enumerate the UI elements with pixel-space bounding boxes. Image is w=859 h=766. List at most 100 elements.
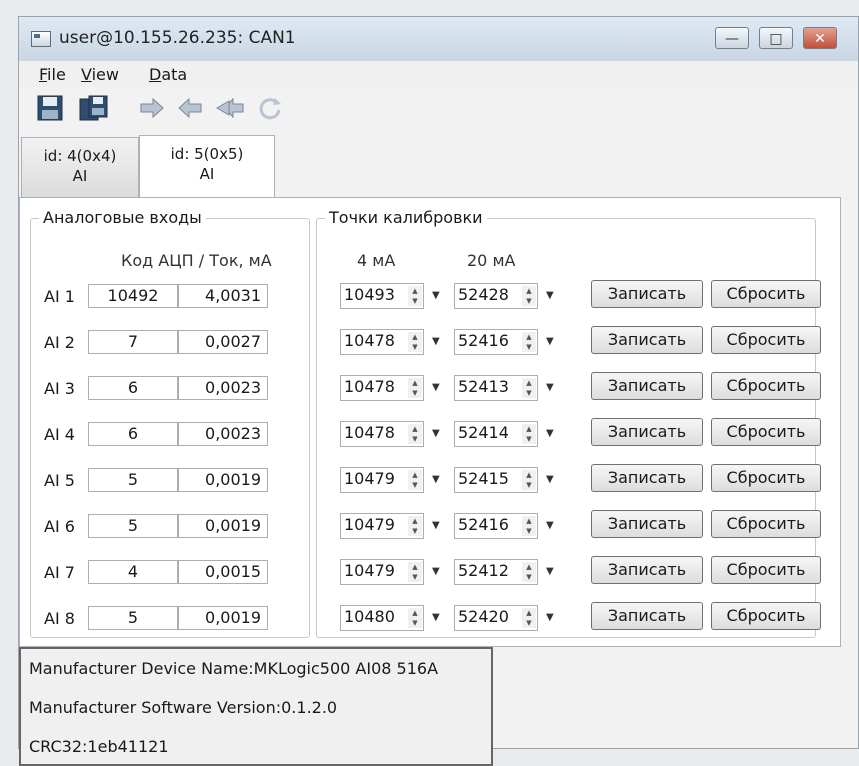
tab-id-4[interactable]: id: 4(0x4) AI [21, 137, 139, 197]
ai-label: AI 8 [44, 609, 75, 628]
reset-button[interactable]: Сбросить [711, 326, 821, 354]
spin-arrows-icon[interactable]: ▲ ▼ [522, 332, 536, 352]
current-ma-field: 0,0023 [178, 376, 268, 400]
chevron-down-icon[interactable]: ▼ [546, 566, 554, 577]
maximize-button[interactable]: □ [759, 27, 793, 49]
save-all-icon[interactable] [79, 93, 109, 123]
chevron-down-icon[interactable]: ▼ [546, 428, 554, 439]
calib-20ma-value: 52416 [458, 331, 509, 350]
current-ma-field: 0,0023 [178, 422, 268, 446]
calib-4ma-value: 10479 [344, 561, 395, 580]
calib-20ma-value: 52414 [458, 423, 509, 442]
chevron-down-icon[interactable]: ▼ [546, 612, 554, 623]
current-ma-field: 0,0027 [178, 330, 268, 354]
window-title: user@10.155.26.235: CAN1 [59, 28, 296, 48]
spin-arrows-icon[interactable]: ▲ ▼ [522, 608, 536, 628]
arrow-left-double-icon[interactable] [215, 93, 245, 123]
calib-4ma-value: 10479 [344, 469, 395, 488]
write-button[interactable]: Записать [591, 464, 703, 492]
title-bar[interactable]: user@10.155.26.235: CAN1 — □ ✕ [19, 17, 858, 62]
analog-inputs-title: Аналоговые входы [39, 208, 206, 227]
calib-20ma-spinbox[interactable]: 52416 ▲ ▼ [454, 513, 538, 539]
chevron-down-icon[interactable]: ▼ [432, 382, 440, 393]
calib-4ma-spinbox[interactable]: 10480 ▲ ▼ [340, 605, 424, 631]
calib-20ma-spinbox[interactable]: 52416 ▲ ▼ [454, 329, 538, 355]
write-button[interactable]: Записать [591, 326, 703, 354]
spin-arrows-icon[interactable]: ▲ ▼ [522, 286, 536, 306]
chevron-down-icon[interactable]: ▼ [546, 520, 554, 531]
reset-button[interactable]: Сбросить [711, 464, 821, 492]
calib-4ma-value: 10478 [344, 377, 395, 396]
reset-button[interactable]: Сбросить [711, 372, 821, 400]
reset-button[interactable]: Сбросить [711, 556, 821, 584]
calib-20ma-spinbox[interactable]: 52415 ▲ ▼ [454, 467, 538, 493]
calib-4ma-spinbox[interactable]: 10493 ▲ ▼ [340, 283, 424, 309]
adc-code-field: 6 [88, 422, 178, 446]
calib-20ma-spinbox[interactable]: 52414 ▲ ▼ [454, 421, 538, 447]
write-button[interactable]: Записать [591, 602, 703, 630]
write-button[interactable]: Записать [591, 510, 703, 538]
current-ma-field: 0,0015 [178, 560, 268, 584]
write-button[interactable]: Записать [591, 418, 703, 446]
chevron-down-icon[interactable]: ▼ [432, 474, 440, 485]
calib-20ma-spinbox[interactable]: 52412 ▲ ▼ [454, 559, 538, 585]
calib-20ma-spinbox[interactable]: 52413 ▲ ▼ [454, 375, 538, 401]
calib-20ma-spinbox[interactable]: 52420 ▲ ▼ [454, 605, 538, 631]
menu-data[interactable]: Data [149, 65, 187, 84]
chevron-down-icon[interactable]: ▼ [546, 382, 554, 393]
spin-arrows-icon[interactable]: ▲ ▼ [408, 332, 422, 352]
adc-current-header: Код АЦП / Ток, мА [121, 251, 272, 270]
spin-arrows-icon[interactable]: ▲ ▼ [408, 608, 422, 628]
spin-arrows-icon[interactable]: ▲ ▼ [522, 470, 536, 490]
chevron-down-icon[interactable]: ▼ [432, 428, 440, 439]
minimize-button[interactable]: — [715, 27, 749, 49]
chevron-down-icon[interactable]: ▼ [432, 566, 440, 577]
spin-arrows-icon[interactable]: ▲ ▼ [408, 424, 422, 444]
spin-arrows-icon[interactable]: ▲ ▼ [522, 516, 536, 536]
adc-code-field: 5 [88, 514, 178, 538]
chevron-down-icon[interactable]: ▼ [546, 474, 554, 485]
chevron-down-icon[interactable]: ▼ [432, 520, 440, 531]
calib-4ma-spinbox[interactable]: 10478 ▲ ▼ [340, 375, 424, 401]
chevron-down-icon[interactable]: ▼ [546, 336, 554, 347]
menu-file[interactable]: File [39, 65, 66, 84]
calib-4ma-spinbox[interactable]: 10479 ▲ ▼ [340, 513, 424, 539]
spin-arrows-icon[interactable]: ▲ ▼ [408, 562, 422, 582]
save-icon[interactable] [35, 93, 65, 123]
spin-arrows-icon[interactable]: ▲ ▼ [408, 516, 422, 536]
calib-20ma-spinbox[interactable]: 52428 ▲ ▼ [454, 283, 538, 309]
calib-4ma-spinbox[interactable]: 10478 ▲ ▼ [340, 421, 424, 447]
menu-view[interactable]: View [81, 65, 119, 84]
calib-20ma-value: 52420 [458, 607, 509, 626]
tab-id-5[interactable]: id: 5(0x5) AI [139, 135, 275, 197]
calib-4ma-value: 10493 [344, 285, 395, 304]
chevron-down-icon[interactable]: ▼ [432, 336, 440, 347]
calib-4ma-spinbox[interactable]: 10479 ▲ ▼ [340, 467, 424, 493]
chevron-down-icon[interactable]: ▼ [432, 612, 440, 623]
arrow-left-icon[interactable] [175, 93, 205, 123]
write-button[interactable]: Записать [591, 372, 703, 400]
reset-button[interactable]: Сбросить [711, 602, 821, 630]
write-button[interactable]: Записать [591, 556, 703, 584]
reset-button[interactable]: Сбросить [711, 418, 821, 446]
calib-4ma-spinbox[interactable]: 10479 ▲ ▼ [340, 559, 424, 585]
spin-arrows-icon[interactable]: ▲ ▼ [522, 424, 536, 444]
reset-button[interactable]: Сбросить [711, 510, 821, 538]
calib-4ma-value: 10478 [344, 331, 395, 350]
spin-arrows-icon[interactable]: ▲ ▼ [408, 378, 422, 398]
spin-arrows-icon[interactable]: ▲ ▼ [408, 470, 422, 490]
chevron-down-icon[interactable]: ▼ [546, 290, 554, 301]
current-ma-field: 4,0031 [178, 284, 268, 308]
spin-arrows-icon[interactable]: ▲ ▼ [522, 378, 536, 398]
arrow-right-icon[interactable] [137, 93, 167, 123]
write-button[interactable]: Записать [591, 280, 703, 308]
reset-button[interactable]: Сбросить [711, 280, 821, 308]
close-button[interactable]: ✕ [803, 27, 837, 49]
calibration-title: Точки калибровки [325, 208, 487, 227]
chevron-down-icon[interactable]: ▼ [432, 290, 440, 301]
calib-20ma-value: 52428 [458, 285, 509, 304]
spin-arrows-icon[interactable]: ▲ ▼ [408, 286, 422, 306]
calib-4ma-spinbox[interactable]: 10478 ▲ ▼ [340, 329, 424, 355]
spin-arrows-icon[interactable]: ▲ ▼ [522, 562, 536, 582]
refresh-icon[interactable] [255, 93, 285, 123]
